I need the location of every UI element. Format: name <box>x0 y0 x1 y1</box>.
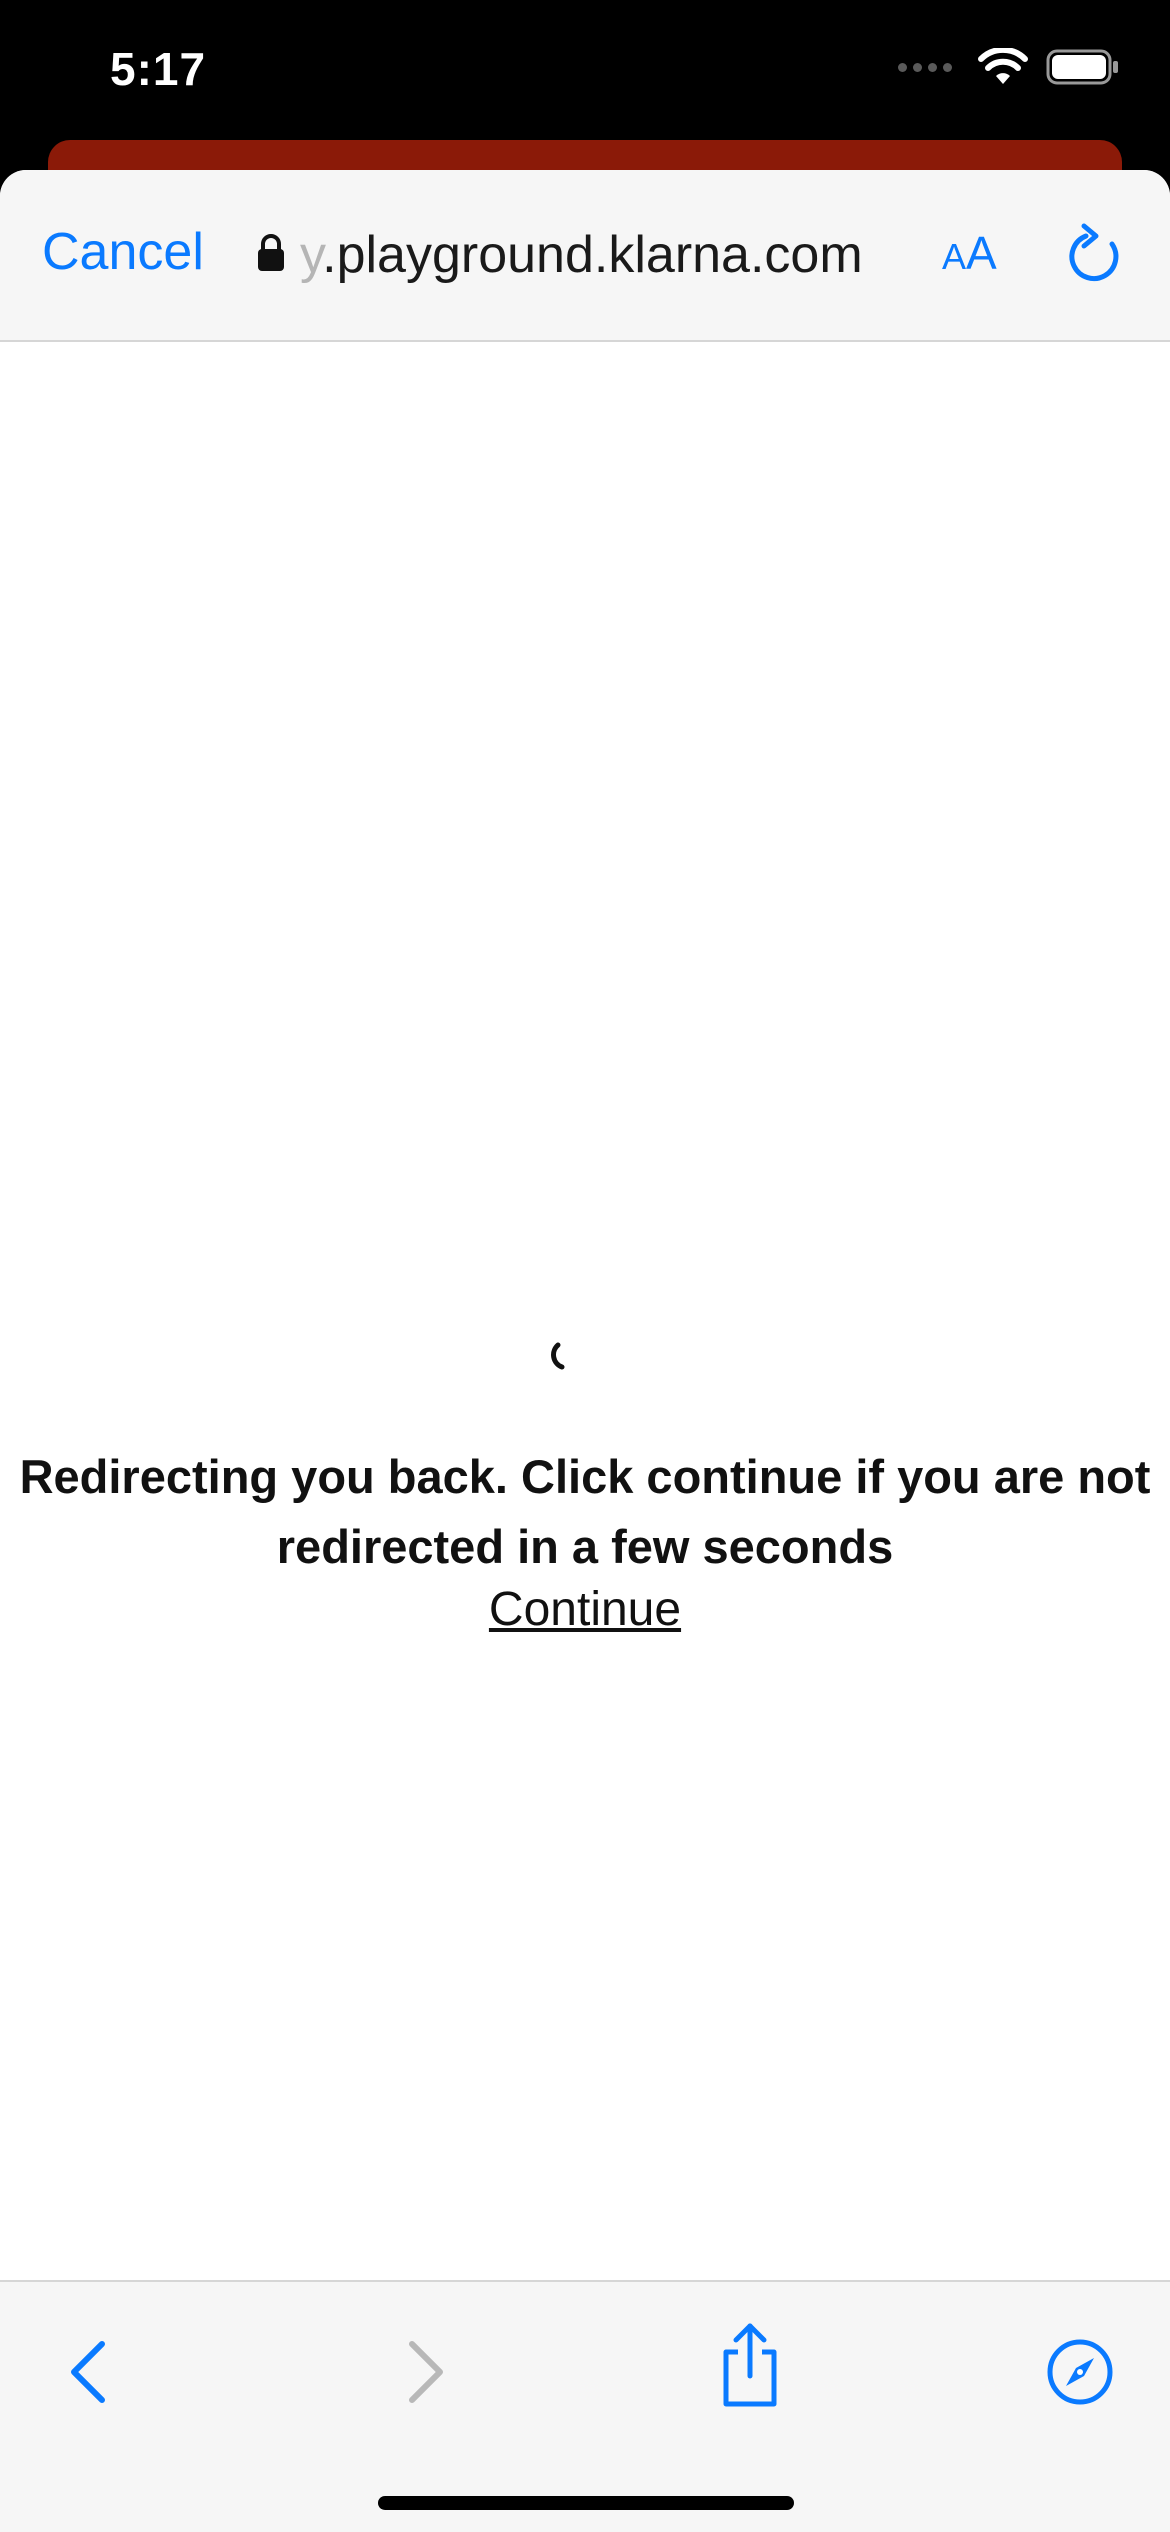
text-size-large-glyph: A <box>966 227 997 279</box>
url-faded-prefix: y <box>300 226 323 284</box>
open-in-safari-button[interactable] <box>1040 2332 1120 2412</box>
home-indicator <box>378 2496 794 2510</box>
compass-icon <box>1040 2332 1120 2412</box>
share-icon <box>710 2320 790 2410</box>
redirect-message: Redirecting you back. Click continue if … <box>19 1450 1151 1573</box>
web-content: Redirecting you back. Click continue if … <box>0 342 1170 2282</box>
text-size-small-glyph: A <box>942 236 967 277</box>
battery-icon <box>1046 49 1120 85</box>
wifi-icon <box>978 48 1028 86</box>
continue-link[interactable]: Continue <box>0 1582 1170 1637</box>
browser-header: Cancel y.playground.klarna.com AA <box>0 170 1170 342</box>
share-button[interactable] <box>710 2320 790 2407</box>
reload-icon <box>1060 223 1130 296</box>
url-domain: .playground.klarna.com <box>322 226 863 284</box>
loading-spinner-icon <box>548 1342 578 1372</box>
status-bar: 5:17 <box>0 0 1170 160</box>
bottom-toolbar <box>0 2280 1170 2532</box>
back-button[interactable] <box>50 2332 130 2412</box>
text-size-button[interactable]: AA <box>942 226 997 280</box>
status-indicators <box>898 48 1120 86</box>
chevron-right-icon <box>384 2332 464 2412</box>
url-text: y.playground.klarna.com <box>300 225 863 285</box>
forward-button[interactable] <box>384 2332 464 2412</box>
reload-button[interactable] <box>1060 222 1130 292</box>
chevron-left-icon <box>50 2332 130 2412</box>
cancel-button[interactable]: Cancel <box>42 222 204 282</box>
browser-sheet: Cancel y.playground.klarna.com AA Redire… <box>0 170 1170 2532</box>
url-display[interactable]: y.playground.klarna.com <box>256 220 863 290</box>
cellular-signal-icon <box>898 62 952 72</box>
status-time: 5:17 <box>110 43 207 95</box>
lock-icon <box>256 233 286 278</box>
